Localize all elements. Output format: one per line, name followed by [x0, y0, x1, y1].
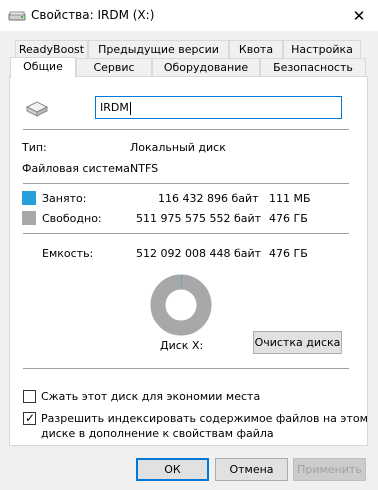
drive-icon	[8, 11, 26, 21]
compress-checkbox[interactable]	[23, 390, 36, 403]
capacity-bytes: 512 092 008 448 байт	[136, 247, 262, 260]
tab-label: Сервис	[93, 61, 135, 74]
type-value: Локальный диск	[130, 141, 226, 154]
used-label: Занято:	[42, 192, 87, 205]
volume-name-value: IRDM	[100, 101, 129, 114]
divider	[23, 233, 349, 234]
drive-icon	[25, 101, 49, 117]
tab-label: Предыдущие версии	[98, 43, 219, 56]
tab-hardware[interactable]: Оборудование	[152, 58, 260, 77]
capacity-short: 476 ГБ	[269, 247, 308, 260]
divider	[23, 368, 349, 369]
disk-cleanup-button[interactable]: Очистка диска	[253, 331, 342, 354]
tab-label: Безопасность	[273, 61, 353, 74]
tab-label: Настройка	[291, 43, 353, 56]
tab-general[interactable]: Общие	[10, 57, 76, 78]
ok-button[interactable]: ОК	[136, 458, 209, 481]
disk-label: Диск X:	[160, 339, 204, 352]
index-label-line1: Разрешить индексировать содержимое файло…	[41, 412, 368, 425]
type-label: Тип:	[22, 141, 47, 154]
tab-label: Оборудование	[163, 61, 249, 74]
filesystem-value: NTFS	[130, 162, 159, 175]
free-color-swatch	[22, 211, 36, 225]
window-title: Свойства: IRDM (X:)	[31, 8, 155, 22]
tab-security[interactable]: Безопасность	[260, 58, 366, 77]
apply-button[interactable]: Применить	[293, 458, 366, 481]
tab-tools[interactable]: Сервис	[76, 58, 152, 77]
general-panel: IRDM Тип: Локальный диск Файловая систем…	[9, 76, 368, 446]
used-short: 111 МБ	[269, 192, 311, 205]
free-label: Свободно:	[42, 212, 102, 225]
checkmark-icon: ✓	[25, 411, 36, 425]
index-label-line2: диске в дополнение к свойствам файла	[41, 427, 274, 440]
divider	[23, 183, 349, 184]
tab-quota[interactable]: Квота	[229, 40, 283, 59]
disk-cleanup-label: Очистка диска	[254, 336, 341, 349]
close-icon: ✕	[352, 7, 366, 25]
cancel-button[interactable]: Отмена	[215, 458, 288, 481]
filesystem-label: Файловая система:	[22, 162, 134, 175]
used-color-swatch	[22, 191, 36, 205]
volume-name-input[interactable]: IRDM	[95, 96, 342, 119]
disk-usage-donut	[150, 274, 212, 336]
tab-label: ReadyBoost	[18, 43, 85, 56]
index-checkbox[interactable]: ✓	[23, 411, 36, 425]
tab-previous-versions[interactable]: Предыдущие версии	[88, 40, 229, 59]
divider	[23, 129, 349, 130]
used-bytes: 116 432 896 байт	[158, 192, 259, 205]
free-short: 476 ГБ	[269, 212, 308, 225]
tab-customize[interactable]: Настройка	[283, 40, 361, 59]
compress-label: Сжать этот диск для экономии места	[41, 390, 261, 403]
tab-label: Общие	[23, 60, 63, 73]
apply-label: Применить	[297, 463, 362, 476]
close-button[interactable]: ✕	[347, 6, 371, 26]
free-bytes: 511 975 575 552 байт	[136, 212, 262, 225]
cancel-label: Отмена	[229, 463, 274, 476]
title-bar: Свойства: IRDM (X:) ✕	[0, 0, 378, 31]
ok-label: ОК	[164, 463, 181, 476]
capacity-label: Емкость:	[42, 247, 94, 260]
tab-label: Квота	[238, 43, 274, 56]
